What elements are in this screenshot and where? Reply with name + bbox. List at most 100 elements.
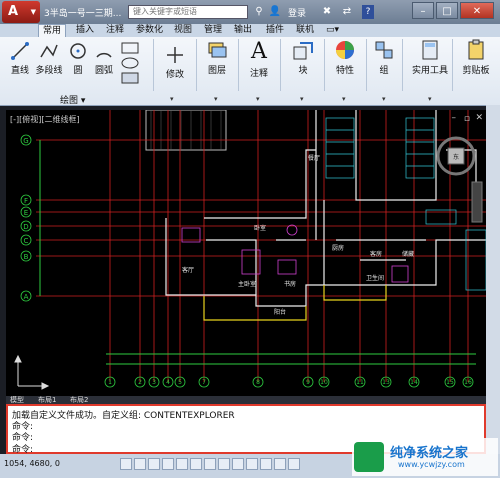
model-space-icon[interactable]	[246, 458, 258, 470]
layers-icon	[208, 42, 227, 58]
axis-label-e: E	[24, 209, 28, 217]
room-label-storage: 储藏	[402, 250, 414, 258]
viewport-controls[interactable]: [-][俯视][二维线框]	[10, 114, 80, 125]
axis-number-2: 2	[138, 379, 142, 386]
document-title: 3半岛一号一三期...	[44, 9, 122, 19]
help-button[interactable]: ?	[362, 5, 374, 19]
share-icon[interactable]: ⇄	[340, 5, 354, 19]
floor-plan-drawing: 客厅 主卧室 书房 卧室 卫生间 餐厅 储藏 阳台 厨房 客房 G F E D …	[14, 110, 486, 390]
tab-annotate[interactable]: 注释	[102, 24, 128, 37]
color-wheel-icon	[336, 41, 354, 59]
layers-button[interactable]: 图层	[202, 39, 232, 76]
polyline-icon	[40, 44, 58, 58]
move-icon	[167, 47, 183, 63]
tab-insert[interactable]: 插入	[72, 24, 98, 37]
selection-cycling-icon[interactable]	[232, 458, 244, 470]
ribbon-panel: 直线 多段线 圆 圆弧 修改 图层 A 注释 块 特性 组 实用工具 剪贴板 绘…	[0, 37, 500, 106]
tab-plugins[interactable]: 插件	[262, 24, 288, 37]
viewport-restore-icon[interactable]: ▫	[464, 114, 470, 124]
workspace-icon[interactable]	[274, 458, 286, 470]
watermark-url: www.ycwjzy.com	[398, 460, 465, 469]
group-button[interactable]: 组	[372, 39, 396, 76]
watermark-title: 纯净系统之家	[390, 446, 469, 461]
tab-online[interactable]: 联机	[292, 24, 318, 37]
layers-dropdown-icon[interactable]: ▾	[214, 95, 218, 103]
axis-label-d: D	[23, 223, 28, 231]
annotation-button[interactable]: A 注释	[244, 39, 274, 79]
divider	[402, 39, 403, 91]
axis-number-5: 5	[178, 379, 182, 386]
utilities-dropdown-icon[interactable]: ▾	[428, 95, 432, 103]
tab-parametric[interactable]: 参数化	[132, 24, 167, 37]
command-history-line: 加载自定义文件成功。自定义组: CONTENTEXPLORER	[12, 411, 235, 421]
properties-dropdown-icon[interactable]: ▾	[342, 95, 346, 103]
text-icon: A	[251, 39, 267, 64]
circle-tool-button[interactable]: 圆	[66, 41, 90, 76]
modify-dropdown-icon[interactable]: ▾	[170, 95, 174, 103]
room-label-bedroom: 卧室	[254, 224, 266, 232]
axis-number-15: 15	[446, 379, 454, 386]
lock-icon[interactable]	[288, 458, 300, 470]
otrack-toggle-icon[interactable]	[190, 458, 202, 470]
axis-label-f: F	[24, 197, 28, 205]
polyline-tool-button[interactable]: 多段线	[34, 41, 64, 76]
arc-tool-button[interactable]: 圆弧	[92, 41, 116, 76]
modify-button[interactable]: 修改	[160, 45, 190, 80]
watermark: 纯净系统之家 www.ycwjzy.com	[352, 438, 498, 476]
axis-number-10: 10	[320, 379, 328, 386]
osnap-toggle-icon[interactable]	[176, 458, 188, 470]
divider	[324, 39, 325, 91]
search-icon[interactable]: ⚲	[252, 5, 266, 19]
arc-icon	[96, 52, 112, 58]
polar-toggle-icon[interactable]	[162, 458, 174, 470]
properties-button[interactable]: 特性	[330, 39, 360, 76]
annotation-dropdown-icon[interactable]: ▾	[256, 95, 260, 103]
block-button[interactable]: 块	[288, 39, 318, 76]
axis-number-16: 16	[464, 379, 472, 386]
room-label-living: 客厅	[182, 266, 194, 274]
annotation-scale-icon[interactable]	[260, 458, 272, 470]
snap-toggle-icon[interactable]	[120, 458, 132, 470]
line-tool-button[interactable]: 直线	[8, 41, 32, 76]
utilities-button[interactable]: 实用工具	[410, 39, 450, 76]
calculator-icon	[422, 40, 438, 60]
axis-label-b: B	[24, 253, 29, 261]
coordinates-readout: 1054, 4680, 0	[4, 459, 60, 468]
quick-props-icon[interactable]	[218, 458, 230, 470]
viewport-minimize-icon[interactable]: –	[452, 113, 457, 123]
application-menu-button[interactable]: A ▼	[2, 1, 40, 23]
minimize-button[interactable]: –	[412, 2, 434, 19]
draw-panel-label[interactable]: 绘图 ▾	[60, 93, 85, 106]
axis-number-4: 4	[166, 379, 170, 386]
axis-number-9: 9	[306, 379, 310, 386]
divider	[153, 39, 154, 91]
tab-output[interactable]: 输出	[230, 24, 256, 37]
exchange-icon[interactable]: ✖	[320, 5, 334, 19]
viewport-close-icon[interactable]: ✕	[475, 113, 483, 123]
search-input[interactable]: 键入关键字或短语	[128, 5, 248, 19]
axis-number-1: 1	[108, 379, 112, 386]
draw-extras[interactable]	[120, 41, 148, 88]
clipboard-button[interactable]: 剪贴板	[456, 39, 496, 76]
maximize-button[interactable]: □	[436, 2, 458, 19]
tab-view[interactable]: 视图	[170, 24, 196, 37]
user-icon[interactable]: 👤	[268, 5, 282, 19]
login-button[interactable]: 登录	[288, 6, 306, 19]
tab-home[interactable]: 常用	[38, 24, 67, 37]
axis-label-c: C	[24, 237, 29, 245]
lineweight-toggle-icon[interactable]	[204, 458, 216, 470]
ortho-toggle-icon[interactable]	[148, 458, 160, 470]
tab-options-icon[interactable]: ▭▾	[322, 24, 343, 37]
tab-manage[interactable]: 管理	[200, 24, 226, 37]
close-button[interactable]: ✕	[460, 2, 494, 19]
divider	[238, 39, 239, 91]
ribbon-tabs: 常用 插入 注释 参数化 视图 管理 输出 插件 联机 ▭▾	[0, 24, 500, 37]
drawing-canvas[interactable]: 客厅 主卧室 书房 卧室 卫生间 餐厅 储藏 阳台 厨房 客房 G F E D …	[6, 110, 486, 396]
grid-toggle-icon[interactable]	[134, 458, 146, 470]
room-label-balcony: 阳台	[274, 308, 286, 316]
room-label-master: 主卧室	[238, 280, 256, 288]
divider	[196, 39, 197, 91]
group-dropdown-icon[interactable]: ▾	[382, 95, 386, 103]
block-dropdown-icon[interactable]: ▾	[300, 95, 304, 103]
rectangle-hatch-icons	[121, 42, 139, 84]
